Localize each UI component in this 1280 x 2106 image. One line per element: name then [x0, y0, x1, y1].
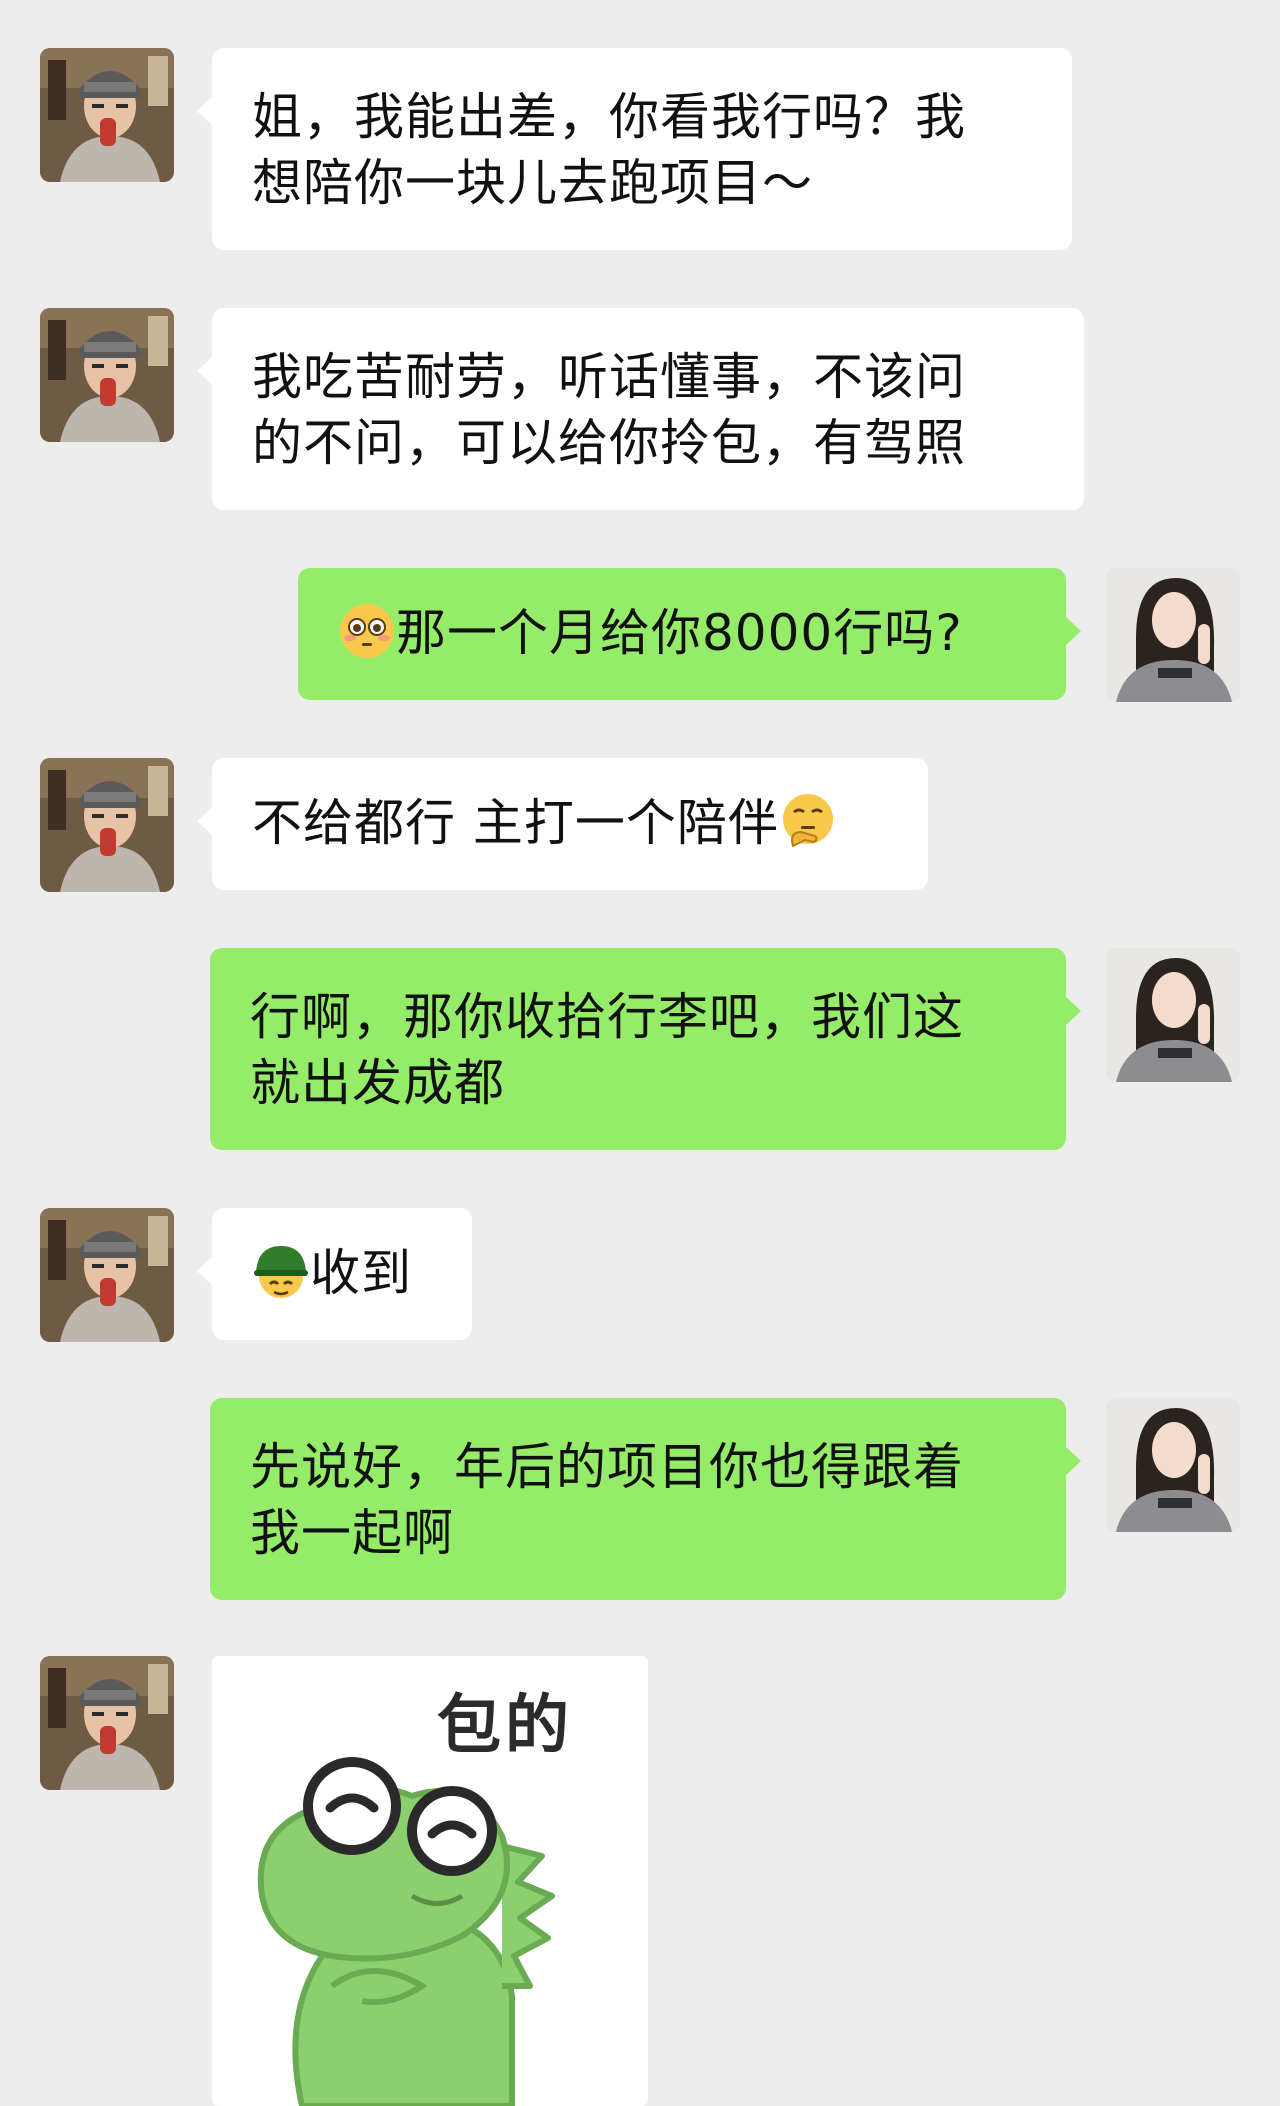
- male-avatar-icon: [40, 308, 174, 442]
- message-text: 收到: [310, 1244, 412, 1302]
- male-avatar-icon: [40, 1656, 174, 1790]
- message-bubble-incoming[interactable]: 姐，我能出差，你看我行吗？我 想陪你一块儿去跑项目～: [197, 48, 1072, 250]
- avatar-self[interactable]: [1106, 568, 1240, 702]
- female-avatar-icon: [1106, 1398, 1240, 1532]
- chat-history[interactable]: 姐，我能出差，你看我行吗？我 想陪你一块儿去跑项目～ 我吃苦耐劳，听话懂事，不该…: [0, 0, 1280, 2106]
- avatar-self[interactable]: [1106, 948, 1240, 1082]
- message-bubble-incoming[interactable]: 不给都行 主打一个陪伴: [197, 758, 928, 890]
- military-helmet-face-icon: [252, 1242, 310, 1300]
- male-avatar-icon: [40, 48, 174, 182]
- message-bubble-outgoing[interactable]: 先说好，年后的项目你也得跟着 我一起啊: [210, 1398, 1081, 1600]
- message-text: 想陪你一块儿去跑项目～: [252, 154, 813, 212]
- avatar-contact[interactable]: [40, 48, 174, 182]
- thinking-face-icon: [779, 792, 837, 850]
- message-line: 不给都行 主打一个陪伴: [252, 790, 888, 856]
- message-bubble-incoming[interactable]: 我吃苦耐劳，听话懂事，不该问 的不问，可以给你拎包，有驾照: [197, 308, 1084, 510]
- message-text: 行啊，那你收拾行李吧，我们这: [250, 988, 964, 1046]
- female-avatar-icon: [1106, 948, 1240, 1082]
- message-bubble-outgoing[interactable]: 那一个月给你8000行吗?: [298, 568, 1081, 700]
- message-text: 先说好，年后的项目你也得跟着: [250, 1438, 964, 1496]
- flushed-face-icon: [338, 602, 396, 660]
- frog-sticker-icon: [257, 1757, 555, 2106]
- message-line: 那一个月给你8000行吗?: [338, 600, 1026, 666]
- female-avatar-icon: [1106, 568, 1240, 702]
- sticker-message[interactable]: 包的: [212, 1656, 648, 2106]
- message-text: 那一个月给你8000行吗?: [396, 604, 963, 662]
- male-avatar-icon: [40, 758, 174, 892]
- avatar-contact[interactable]: [40, 1656, 174, 1790]
- message-text: 姐，我能出差，你看我行吗？我: [252, 88, 966, 146]
- male-avatar-icon: [40, 1208, 174, 1342]
- sticker-caption: 包的: [437, 1689, 573, 1763]
- message-bubble-outgoing[interactable]: 行啊，那你收拾行李吧，我们这 就出发成都: [210, 948, 1081, 1150]
- avatar-contact[interactable]: [40, 1208, 174, 1342]
- avatar-contact[interactable]: [40, 758, 174, 892]
- message-text: 我一起啊: [250, 1504, 454, 1562]
- message-text: 我吃苦耐劳，听话懂事，不该问: [252, 348, 966, 406]
- message-text: 就出发成都: [250, 1054, 505, 1112]
- message-line: 收到: [252, 1240, 432, 1306]
- message-bubble-incoming[interactable]: 收到: [197, 1208, 472, 1340]
- message-text: 的不问，可以给你拎包，有驾照: [252, 414, 966, 472]
- message-text: 不给都行 主打一个陪伴: [252, 794, 779, 852]
- avatar-contact[interactable]: [40, 308, 174, 442]
- avatar-self[interactable]: [1106, 1398, 1240, 1532]
